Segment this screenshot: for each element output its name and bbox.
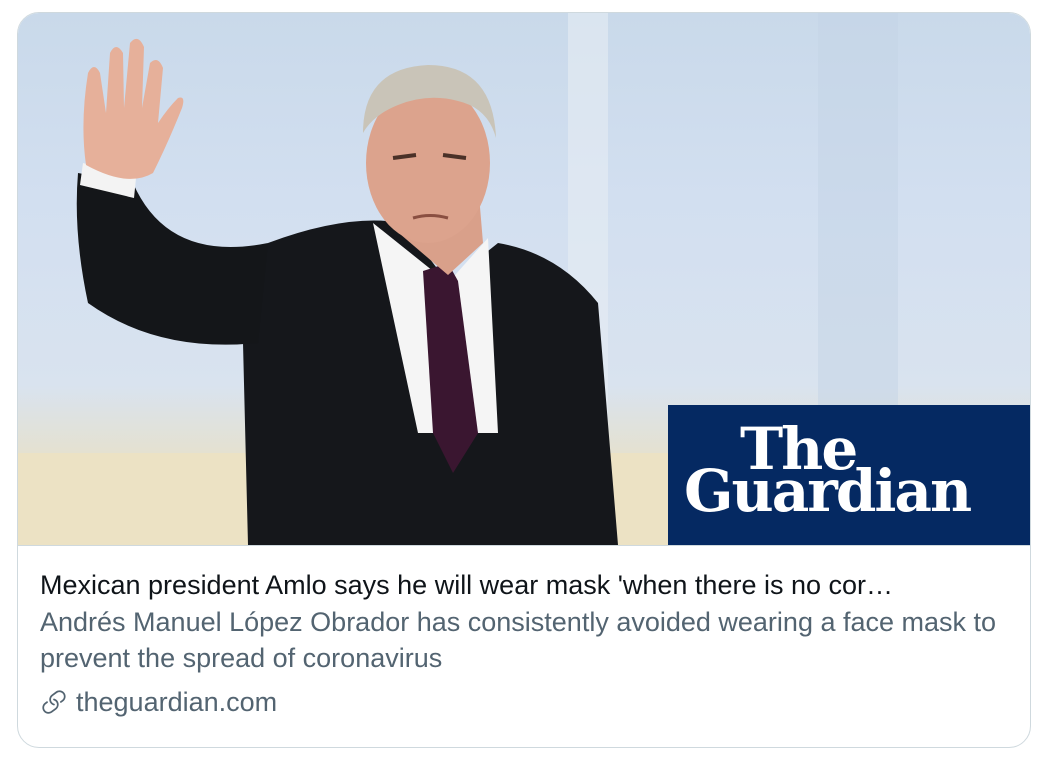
logo-line-guardian: Guardian (684, 457, 972, 525)
link-icon (42, 690, 66, 714)
link-preview-card[interactable]: The Guardian Mexican president Amlo says… (17, 12, 1031, 748)
guardian-logo: The Guardian (668, 405, 1030, 545)
article-domain[interactable]: theguardian.com (76, 687, 277, 718)
article-description: Andrés Manuel López Obrador has consiste… (40, 607, 997, 673)
domain-row[interactable]: theguardian.com (40, 684, 1010, 720)
card-meta[interactable]: Mexican president Amlo says he will wear… (18, 546, 1030, 720)
article-thumbnail[interactable]: The Guardian (18, 13, 1030, 546)
article-title[interactable]: Mexican president Amlo says he will wear… (40, 568, 1010, 602)
